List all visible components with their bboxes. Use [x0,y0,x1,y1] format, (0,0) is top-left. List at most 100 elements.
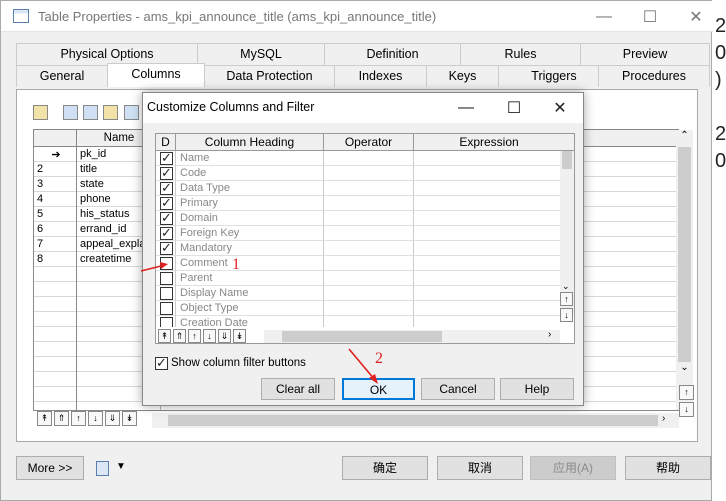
column-visible-checkbox[interactable] [160,225,173,241]
close-button[interactable]: ✕ [673,1,719,32]
page-down-icon[interactable]: ⇓ [105,411,120,427]
dialog-close-button[interactable]: ✕ [537,93,583,123]
column-heading-label: Object Type [180,302,239,314]
tab-indexes[interactable]: Indexes [334,65,427,87]
delete-icon[interactable] [123,105,139,121]
column-visible-checkbox[interactable] [160,195,173,211]
apply-button[interactable]: 应用(A) [530,456,616,480]
tab-columns[interactable]: Columns [107,63,205,87]
column-heading-label: Parent [180,272,213,284]
filter-move-up-icon[interactable]: ↑ [188,328,201,343]
filter-page-down-icon[interactable]: ⇓ [218,328,231,343]
filter-rows: Name Code Data Type Primary Domain Foreign Ke… [156,151,560,327]
grid-vscrollbar[interactable]: ⌃ ⌄ [676,130,693,410]
move-top-icon[interactable]: ↟ [37,411,52,427]
filter-row[interactable]: Foreign Key [156,225,560,241]
tab-keys[interactable]: Keys [426,65,499,87]
show-filter-option[interactable]: Show column filter buttons [155,355,306,371]
column-filter-grid: D Column Heading Operator Expression Nam… [155,133,575,344]
properties-icon[interactable] [33,105,48,121]
filter-row[interactable]: Comment [156,256,560,271]
tab-preview[interactable]: Preview [580,43,710,65]
column-heading-label: Domain [180,212,218,224]
list-icon [96,461,109,476]
table-icon [13,9,29,23]
column-heading-label: Creation Date [180,317,248,327]
filter-row[interactable]: Domain [156,210,560,226]
move-up-icon[interactable]: ↑ [71,411,86,427]
show-filter-label: Show column filter buttons [171,357,306,369]
tab-rules[interactable]: Rules [460,43,581,65]
show-filter-checkbox[interactable] [155,355,168,371]
column-heading-label: Data Type [180,182,230,194]
dialog-maximize-button[interactable]: ☐ [491,93,537,123]
tab-triggers[interactable]: Triggers [498,65,610,87]
filter-row[interactable]: Code [156,165,560,181]
column-visible-checkbox[interactable] [160,210,173,226]
columns-toolbar [33,105,141,125]
filter-move-top-icon[interactable]: ↟ [158,328,171,343]
filter-grid-header: D Column Heading Operator Expression [156,134,574,151]
filter-move-bottom-icon[interactable]: ↡ [233,328,246,343]
move-bottom-icon[interactable]: ↡ [122,411,137,427]
filter-row[interactable]: Parent [156,271,560,286]
filter-row[interactable]: Mandatory [156,240,560,256]
column-visible-checkbox[interactable] [160,317,173,327]
background-window: 2 0 ) 2 0 [712,0,726,501]
menu-dropdown[interactable]: ▼ [96,461,126,477]
grid-side-nav: ↑ ↓ [679,385,694,430]
filter-row[interactable]: Object Type [156,301,560,316]
dialog-help-button[interactable]: Help [500,378,574,400]
insert-row-icon[interactable] [62,105,78,121]
column-visible-checkbox[interactable] [160,272,173,285]
add-columns-icon[interactable] [103,105,119,121]
dialog-title-bar: Customize Columns and Filter — ☐ ✕ [143,93,583,123]
help-button[interactable]: 帮助 [625,456,711,480]
dialog-title: Customize Columns and Filter [147,100,315,114]
column-visible-checkbox[interactable] [160,287,173,300]
filter-row[interactable]: Data Type [156,180,560,196]
column-heading-label: Display Name [180,287,249,299]
filter-move-down-icon[interactable]: ↓ [203,328,216,343]
tab-definition[interactable]: Definition [324,43,461,65]
ok-button[interactable]: 确定 [342,456,428,480]
filter-vscrollbar[interactable]: ⌄ [560,151,574,314]
filter-page-up-icon[interactable]: ⇑ [173,328,186,343]
filter-scroll-up-icon[interactable]: ↑ [560,292,573,306]
add-row-icon[interactable] [83,105,99,121]
filter-hscrollbar[interactable]: › [264,329,560,343]
filter-row[interactable]: Primary [156,195,560,211]
filter-row[interactable]: Name [156,151,560,166]
cancel-button[interactable]: 取消 [437,456,523,480]
tab-procedures[interactable]: Procedures [598,65,710,87]
column-visible-checkbox[interactable] [160,151,173,166]
filter-scroll-down-icon[interactable]: ↓ [560,308,573,322]
minimize-button[interactable]: — [581,1,627,32]
tab-data-protection[interactable]: Data Protection [204,65,335,87]
filter-row[interactable]: Creation Date [156,316,560,327]
tab-general[interactable]: General [16,65,108,87]
column-visible-checkbox[interactable] [160,302,173,315]
scroll-down-icon[interactable]: ↓ [679,402,694,417]
filter-row[interactable]: Display Name [156,286,560,301]
tab-physical-options[interactable]: Physical Options [16,43,198,65]
tab-mysql[interactable]: MySQL [197,43,325,65]
column-visible-checkbox[interactable] [160,240,173,256]
page-up-icon[interactable]: ⇑ [54,411,69,427]
scroll-up-icon[interactable]: ↑ [679,385,694,400]
clear-all-button[interactable]: Clear all [261,378,335,400]
annotation-marker-1: 1 [232,256,240,273]
column-visible-checkbox[interactable] [160,257,173,270]
dialog-minimize-button[interactable]: — [443,93,489,123]
maximize-button[interactable]: ☐ [627,1,673,32]
dialog-ok-button[interactable]: OK [342,378,415,400]
more-button[interactable]: More >> [16,456,84,480]
move-down-icon[interactable]: ↓ [88,411,103,427]
header-d: D [156,134,176,151]
column-visible-checkbox[interactable] [160,165,173,181]
dialog-cancel-button[interactable]: Cancel [421,378,495,400]
column-heading-label: Primary [180,197,218,209]
column-heading-label: Code [180,167,207,179]
column-visible-checkbox[interactable] [160,180,173,196]
grid-hscrollbar[interactable]: › [152,413,679,428]
